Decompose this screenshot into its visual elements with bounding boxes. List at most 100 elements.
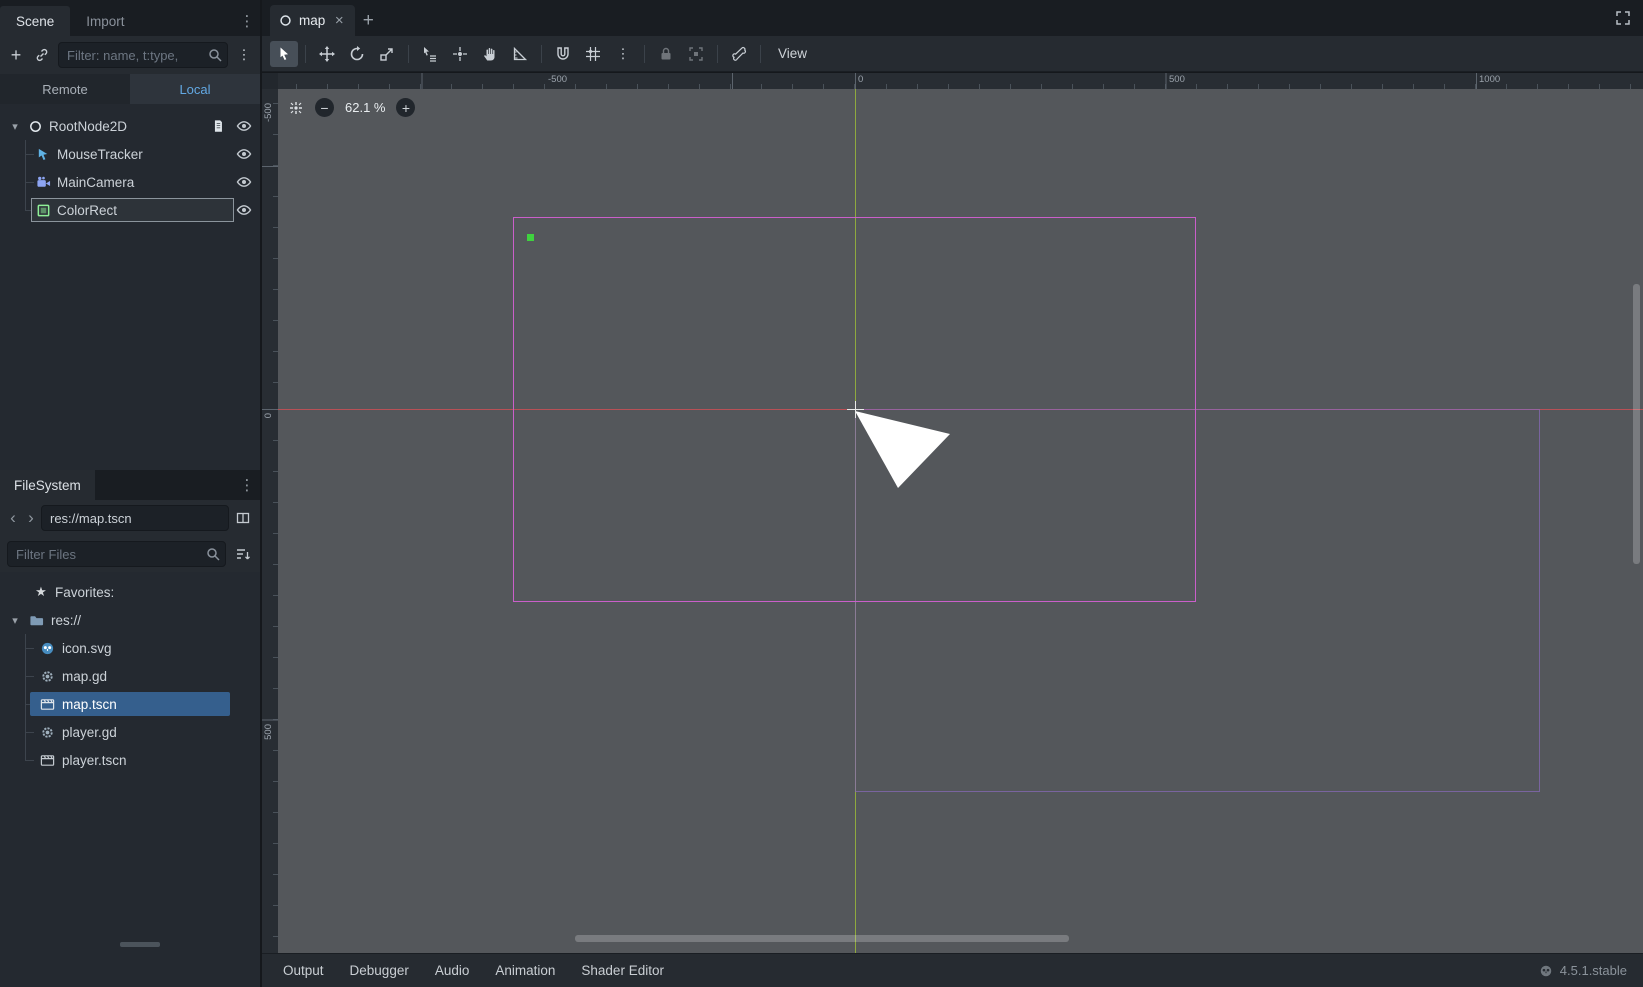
- lock-button[interactable]: [652, 41, 680, 67]
- fs-item-favorites[interactable]: ★ Favorites:: [0, 578, 260, 606]
- scene-filter-input[interactable]: [58, 42, 228, 68]
- node-label: MouseTracker: [57, 147, 143, 162]
- bottom-tab-debugger[interactable]: Debugger: [337, 954, 422, 987]
- path-input[interactable]: [41, 505, 229, 531]
- sort-files-button[interactable]: [231, 542, 255, 566]
- visibility-eye-icon[interactable]: [234, 172, 254, 192]
- ruler-tool-button[interactable]: [506, 41, 534, 67]
- ruler-left[interactable]: -500 0 500: [262, 89, 278, 953]
- filesystem-tabbar: FileSystem ⋮: [0, 470, 260, 500]
- filesystem-h-scrollbar[interactable]: [120, 942, 160, 947]
- zoom-controls: − 62.1 % +: [288, 98, 415, 117]
- plus-icon: +: [11, 46, 22, 64]
- rotate-tool-button[interactable]: [343, 41, 371, 67]
- filesystem-menu-icon[interactable]: ⋮: [234, 470, 260, 500]
- dock-menu-icon[interactable]: ⋮: [234, 6, 260, 36]
- v-scrollbar[interactable]: [1633, 284, 1640, 564]
- fs-item-player-tscn[interactable]: player.tscn: [0, 746, 260, 774]
- godot-icon: [1539, 964, 1553, 978]
- bottom-tab-output[interactable]: Output: [270, 954, 337, 987]
- search-icon: [207, 47, 223, 63]
- select-tool-button[interactable]: [270, 41, 298, 67]
- tab-remote[interactable]: Remote: [0, 74, 130, 104]
- move-tool-button[interactable]: [313, 41, 341, 67]
- instance-scene-button[interactable]: [30, 43, 54, 67]
- pan-tool-button[interactable]: [476, 41, 504, 67]
- fs-item-map-gd[interactable]: map.gd: [0, 662, 260, 690]
- view-menu-button[interactable]: View: [768, 41, 817, 67]
- fs-item-icon-svg[interactable]: icon.svg: [0, 634, 260, 662]
- link-icon: [34, 47, 50, 63]
- scene-tabbar: map × +: [262, 0, 1643, 36]
- bottom-tab-shader-editor[interactable]: Shader Editor: [568, 954, 677, 987]
- filesystem-tab[interactable]: FileSystem: [0, 470, 95, 500]
- scene-menu-icon[interactable]: ⋮: [232, 43, 256, 67]
- scene-filter: [58, 42, 228, 68]
- canvas-toolbar: ⋮ View: [262, 36, 1643, 72]
- center-view-button[interactable]: [288, 100, 304, 116]
- group-button[interactable]: [682, 41, 710, 67]
- nav-back-button[interactable]: ‹: [5, 506, 21, 530]
- ruler-top[interactable]: -500 0 500 1000: [278, 73, 1643, 89]
- bottom-tab-audio[interactable]: Audio: [422, 954, 483, 987]
- zoom-in-button[interactable]: +: [396, 98, 415, 117]
- list-select-button[interactable]: [416, 41, 444, 67]
- collapse-caret-icon[interactable]: ▾: [8, 614, 22, 627]
- ruler-label: 500: [1169, 74, 1185, 85]
- h-scrollbar[interactable]: [575, 935, 1069, 942]
- tree-node-maincamera[interactable]: MainCamera: [0, 168, 260, 196]
- separator: [644, 45, 645, 63]
- toggle-split-button[interactable]: [231, 506, 255, 530]
- pan-hand-icon: [482, 46, 498, 62]
- move-tool-icon: [319, 46, 335, 62]
- snap-options-icon[interactable]: ⋮: [609, 41, 637, 67]
- tree-node-colorrect[interactable]: ColorRect: [0, 196, 260, 224]
- selection-handle[interactable]: [527, 234, 534, 241]
- ruler-label: 1000: [1479, 74, 1500, 85]
- bottom-tab-animation[interactable]: Animation: [482, 954, 568, 987]
- scale-tool-icon: [379, 46, 395, 62]
- nav-forward-button[interactable]: ›: [23, 506, 39, 530]
- fs-item-label: icon.svg: [62, 641, 112, 656]
- pivot-tool-button[interactable]: [446, 41, 474, 67]
- visibility-eye-icon[interactable]: [234, 116, 254, 136]
- version-button[interactable]: 4.5.1.stable: [1539, 963, 1627, 978]
- scale-tool-button[interactable]: [373, 41, 401, 67]
- fs-item-label: map.tscn: [62, 697, 117, 712]
- tree-node-mousetracker[interactable]: MouseTracker: [0, 140, 260, 168]
- visibility-eye-icon[interactable]: [234, 200, 254, 220]
- zoom-percent[interactable]: 62.1 %: [345, 100, 385, 115]
- close-tab-icon[interactable]: ×: [332, 12, 346, 29]
- smart-snap-button[interactable]: [549, 41, 577, 67]
- visibility-eye-icon[interactable]: [234, 144, 254, 164]
- script-badge-button[interactable]: [208, 116, 228, 136]
- scene-tab-map[interactable]: map ×: [270, 5, 355, 36]
- fs-item-res[interactable]: ▾ res://: [0, 606, 260, 634]
- canvas[interactable]: − 62.1 % +: [278, 89, 1643, 953]
- grid-snap-button[interactable]: [579, 41, 607, 67]
- tab-scene[interactable]: Scene: [0, 6, 70, 36]
- colorrect-icon: [36, 203, 51, 218]
- folder-icon: [29, 613, 44, 628]
- separator: [408, 45, 409, 63]
- skeleton-options-button[interactable]: [725, 41, 753, 67]
- fs-item-map-tscn[interactable]: map.tscn: [0, 690, 260, 718]
- zoom-out-button[interactable]: −: [315, 98, 334, 117]
- distraction-free-icon[interactable]: [1615, 10, 1631, 26]
- collapse-caret-icon[interactable]: ▾: [8, 120, 22, 133]
- tab-local[interactable]: Local: [130, 74, 260, 104]
- tab-import[interactable]: Import: [70, 6, 140, 36]
- remote-local-tabs: Remote Local: [0, 74, 260, 104]
- bone-icon: [731, 46, 747, 62]
- fs-item-player-gd[interactable]: player.gd: [0, 718, 260, 746]
- fs-item-label: map.gd: [62, 669, 107, 684]
- pivot-icon: [452, 46, 468, 62]
- fs-item-label: player.tscn: [62, 753, 127, 768]
- file-filter-input[interactable]: [7, 541, 226, 567]
- viewport: -500 0 500 1000 -500 0 500: [262, 73, 1643, 953]
- add-node-button[interactable]: +: [4, 43, 28, 67]
- tree-node-rootnode2d[interactable]: ▾ RootNode2D: [0, 112, 260, 140]
- new-tab-button[interactable]: +: [355, 5, 381, 36]
- ruler-corner: [262, 73, 278, 89]
- star-icon: ★: [34, 584, 48, 600]
